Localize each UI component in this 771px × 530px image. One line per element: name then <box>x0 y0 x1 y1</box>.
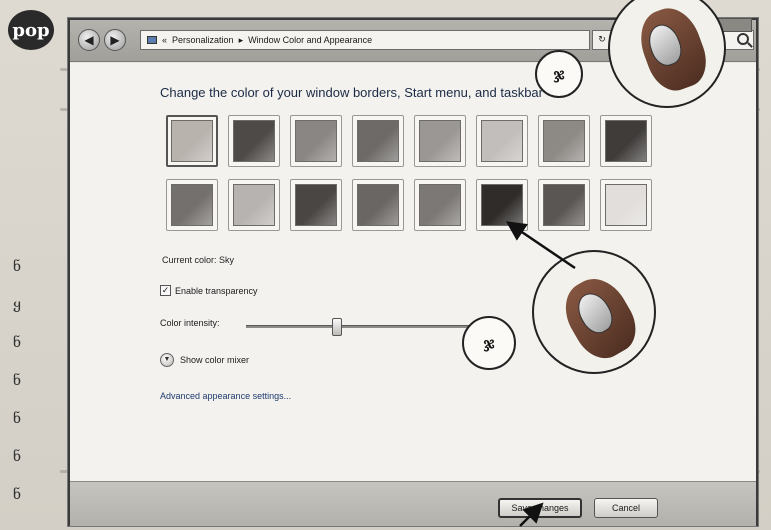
color-swatch[interactable] <box>290 179 342 231</box>
color-swatch[interactable] <box>166 179 218 231</box>
color-swatch-fill <box>233 120 275 162</box>
color-swatch-fill <box>543 184 585 226</box>
color-swatch-fill <box>171 184 213 226</box>
breadcrumb-window-color[interactable]: Window Color and Appearance <box>248 35 372 45</box>
breadcrumb-separator: ▸ <box>238 34 244 45</box>
search-icon[interactable] <box>737 33 749 45</box>
color-swatch-fill <box>481 184 523 226</box>
cancel-button[interactable]: Cancel <box>594 498 658 518</box>
color-swatch[interactable] <box>538 115 590 167</box>
breadcrumb-personalization[interactable]: Personalization <box>172 35 234 45</box>
color-swatch-grid <box>166 115 652 231</box>
color-swatch[interactable] <box>166 115 218 167</box>
forward-button[interactable]: ▶ <box>104 29 126 51</box>
color-swatch[interactable] <box>352 115 404 167</box>
color-swatch-fill <box>605 184 647 226</box>
save-changes-button[interactable]: Save changes <box>498 498 582 518</box>
mouse-hand-callout-bottom <box>532 250 656 374</box>
color-swatch-fill <box>171 120 213 162</box>
step-callout-2: ჯ <box>462 316 516 370</box>
page-logo: pop <box>8 10 54 50</box>
advanced-appearance-link[interactable]: Advanced appearance settings... <box>160 391 291 401</box>
margin-character: ნ <box>12 335 22 351</box>
color-intensity-label: Color intensity: <box>160 318 220 328</box>
color-swatch[interactable] <box>538 179 590 231</box>
content-area: Change the color of your window borders,… <box>70 63 756 481</box>
color-swatch[interactable] <box>228 115 280 167</box>
show-color-mixer-label[interactable]: Show color mixer <box>180 355 249 365</box>
color-swatch-fill <box>295 184 337 226</box>
color-swatch[interactable] <box>414 179 466 231</box>
margin-character: ნ <box>12 259 22 275</box>
back-button[interactable]: ◀ <box>78 29 100 51</box>
color-swatch-fill <box>295 120 337 162</box>
color-swatch-fill <box>543 120 585 162</box>
dialog-footer: Save changes Cancel <box>70 481 756 526</box>
show-color-mixer-row[interactable]: ▼ Show color mixer <box>160 353 249 367</box>
page-heading: Change the color of your window borders,… <box>160 85 543 100</box>
current-color-label: Current color: Sky <box>162 255 235 265</box>
color-swatch[interactable] <box>476 115 528 167</box>
chevron-down-icon[interactable]: ▼ <box>160 353 174 367</box>
color-intensity-slider[interactable] <box>246 318 486 336</box>
step-callout-1: ჯ <box>535 50 583 98</box>
color-swatch[interactable] <box>476 179 528 231</box>
color-swatch-fill <box>357 120 399 162</box>
enable-transparency-row[interactable]: ✓ Enable transparency <box>160 285 258 296</box>
margin-character: ყ <box>13 297 21 313</box>
control-panel-icon <box>147 36 157 44</box>
color-swatch[interactable] <box>228 179 280 231</box>
color-intensity-slider-thumb[interactable] <box>332 318 343 336</box>
color-swatch-fill <box>233 184 275 226</box>
color-swatch-fill <box>419 120 461 162</box>
margin-character: ნ <box>12 411 22 427</box>
breadcrumb-overflow[interactable]: « <box>162 35 167 45</box>
color-swatch-fill <box>605 120 647 162</box>
color-swatch[interactable] <box>600 115 652 167</box>
color-swatch-fill <box>481 120 523 162</box>
margin-character: ნ <box>12 449 22 465</box>
enable-transparency-label: Enable transparency <box>175 285 258 296</box>
color-swatch[interactable] <box>414 115 466 167</box>
color-swatch[interactable] <box>600 179 652 231</box>
margin-character: ნ <box>12 487 22 503</box>
margin-character: ნ <box>12 373 22 389</box>
address-bar[interactable]: « Personalization ▸ Window Color and App… <box>140 30 590 50</box>
color-swatch[interactable] <box>290 115 342 167</box>
color-swatch-fill <box>357 184 399 226</box>
page-margin-characters: ნ ყ ნ ნ ნ ნ ნ <box>10 248 24 514</box>
color-swatch[interactable] <box>352 179 404 231</box>
color-swatch-fill <box>419 184 461 226</box>
enable-transparency-checkbox[interactable]: ✓ <box>160 285 171 296</box>
